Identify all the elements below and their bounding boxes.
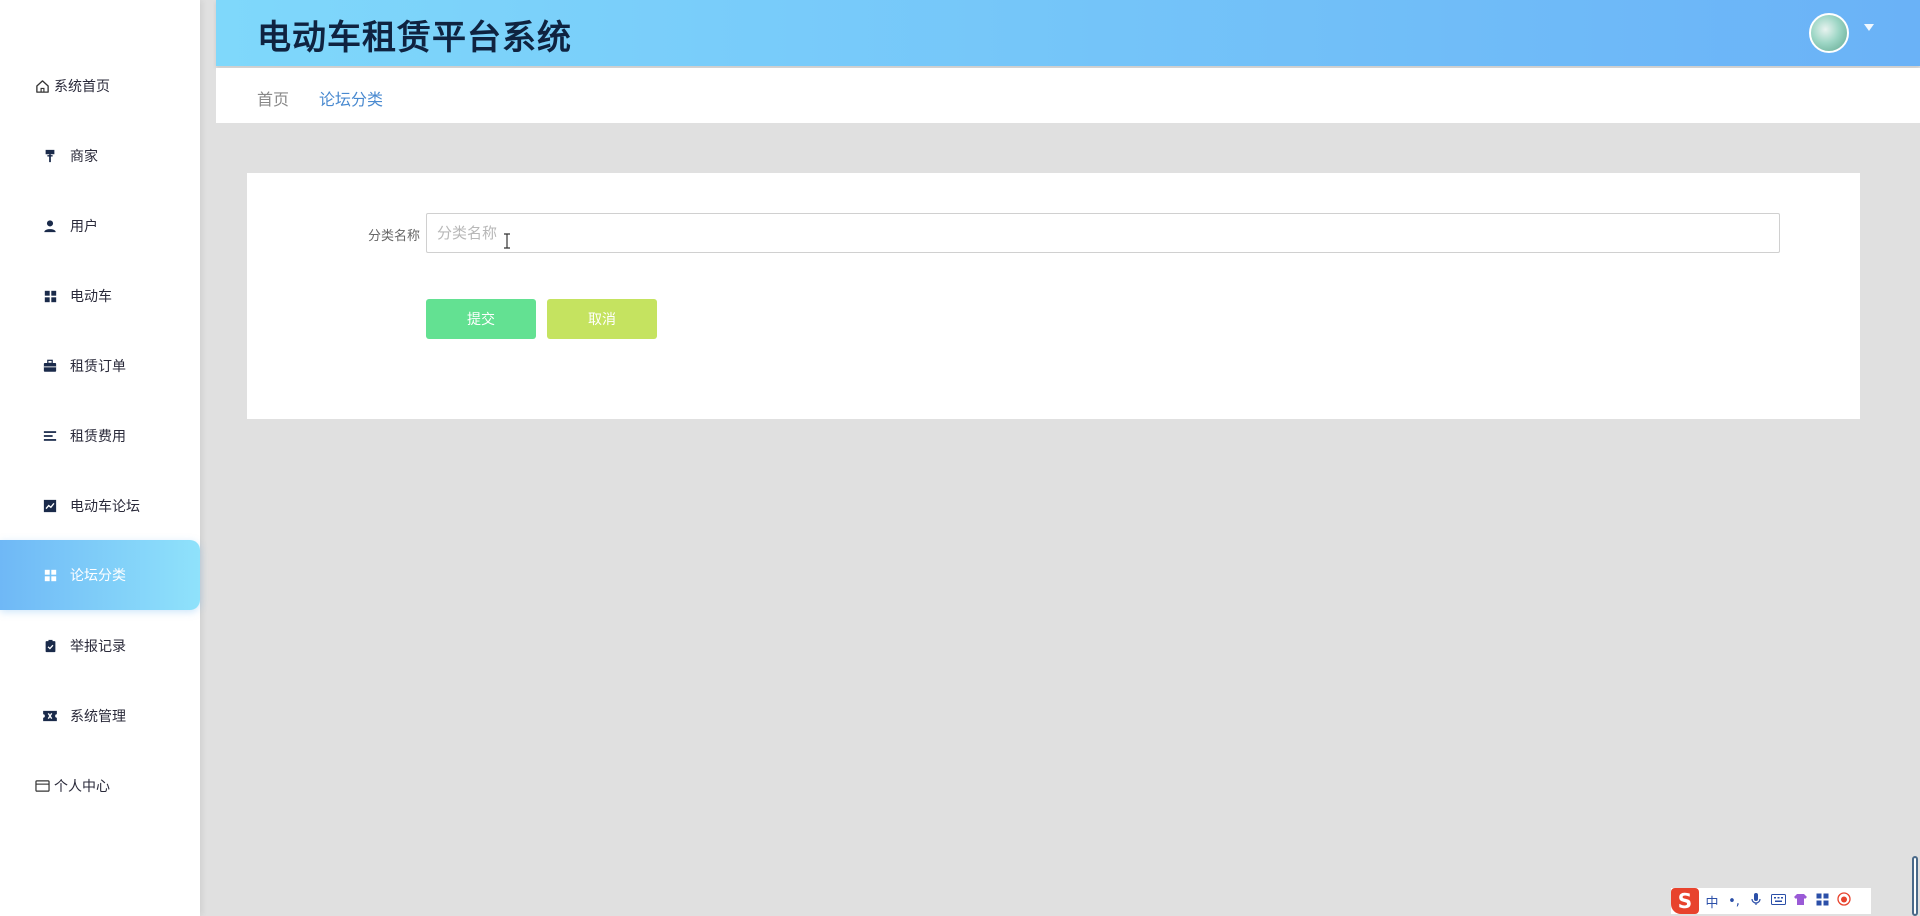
sidebar-item-rental-fees[interactable]: 租赁费用 [0,401,200,471]
paint-roller-icon [42,148,58,164]
submit-button[interactable]: 提交 [426,299,536,339]
sidebar-item-label: 用户 [70,219,98,235]
ime-toolbar: S 中 •, [1671,888,1871,914]
sidebar-item-label: 商家 [70,149,98,165]
clipboard-check-icon [42,638,58,654]
category-name-input[interactable] [426,213,1780,253]
shirt-icon[interactable] [1791,893,1809,910]
sidebar-item-forum[interactable]: 电动车论坛 [0,471,200,541]
user-icon [42,218,58,234]
ime-lang-toggle[interactable]: 中 [1703,892,1721,911]
sidebar-item-ebike[interactable]: 电动车 [0,261,200,331]
mic-icon[interactable] [1747,892,1765,910]
form-card: 分类名称 提交 取消 [247,173,1860,419]
cancel-button[interactable]: 取消 [547,299,657,339]
scrollbar-thumb[interactable] [1912,856,1918,916]
avatar[interactable] [1809,13,1849,53]
sidebar-item-home[interactable]: 系统首页 [0,51,200,121]
list-icon [42,428,58,444]
sidebar-item-label: 电动车论坛 [70,499,140,515]
sidebar-item-label: 租赁费用 [70,429,126,445]
grid-icon [42,288,58,304]
sidebar-item-label: 论坛分类 [70,568,126,584]
sidebar-item-system[interactable]: 系统管理 [0,681,200,751]
ime-punct-toggle[interactable]: •, [1725,894,1743,909]
sidebar-item-user[interactable]: 用户 [0,191,200,261]
chart-icon [42,498,58,514]
app-title: 电动车租赁平台系统 [257,18,572,58]
sidebar-item-profile[interactable]: 个人中心 [0,751,200,821]
sidebar: 系统首页 商家 用户 电动车 租赁订单 租赁费用 电动车论坛 论坛分类 举报记录… [0,0,200,916]
sidebar-item-label: 租赁订单 [70,359,126,375]
breadcrumb-current: 论坛分类 [319,90,384,109]
top-header: 电动车租赁平台系统 [216,0,1920,66]
face-icon[interactable] [1835,892,1853,910]
sidebar-item-label: 系统首页 [54,79,110,95]
sidebar-item-rental-orders[interactable]: 租赁订单 [0,331,200,401]
sidebar-item-merchant[interactable]: 商家 [0,121,200,191]
sogou-logo-icon[interactable]: S [1671,888,1699,914]
keyboard-icon[interactable] [1769,893,1787,909]
briefcase-icon [42,358,58,374]
wallet-icon [34,778,50,794]
sidebar-item-label: 电动车 [70,289,112,305]
ticket-icon [42,708,58,724]
category-name-label: 分类名称 [367,229,420,244]
sidebar-item-label: 个人中心 [54,779,110,795]
grid-icon [42,567,58,583]
breadcrumb: 首页 论坛分类 [216,68,1920,123]
sidebar-item-forum-category[interactable]: 论坛分类 [0,540,200,610]
home-icon [34,78,50,94]
breadcrumb-home[interactable]: 首页 [257,86,289,110]
sidebar-item-reports[interactable]: 举报记录 [0,611,200,681]
grid-icon[interactable] [1813,893,1831,910]
sidebar-item-label: 系统管理 [70,709,126,725]
caret-down-icon[interactable] [1864,24,1874,31]
sidebar-item-label: 举报记录 [70,639,126,655]
